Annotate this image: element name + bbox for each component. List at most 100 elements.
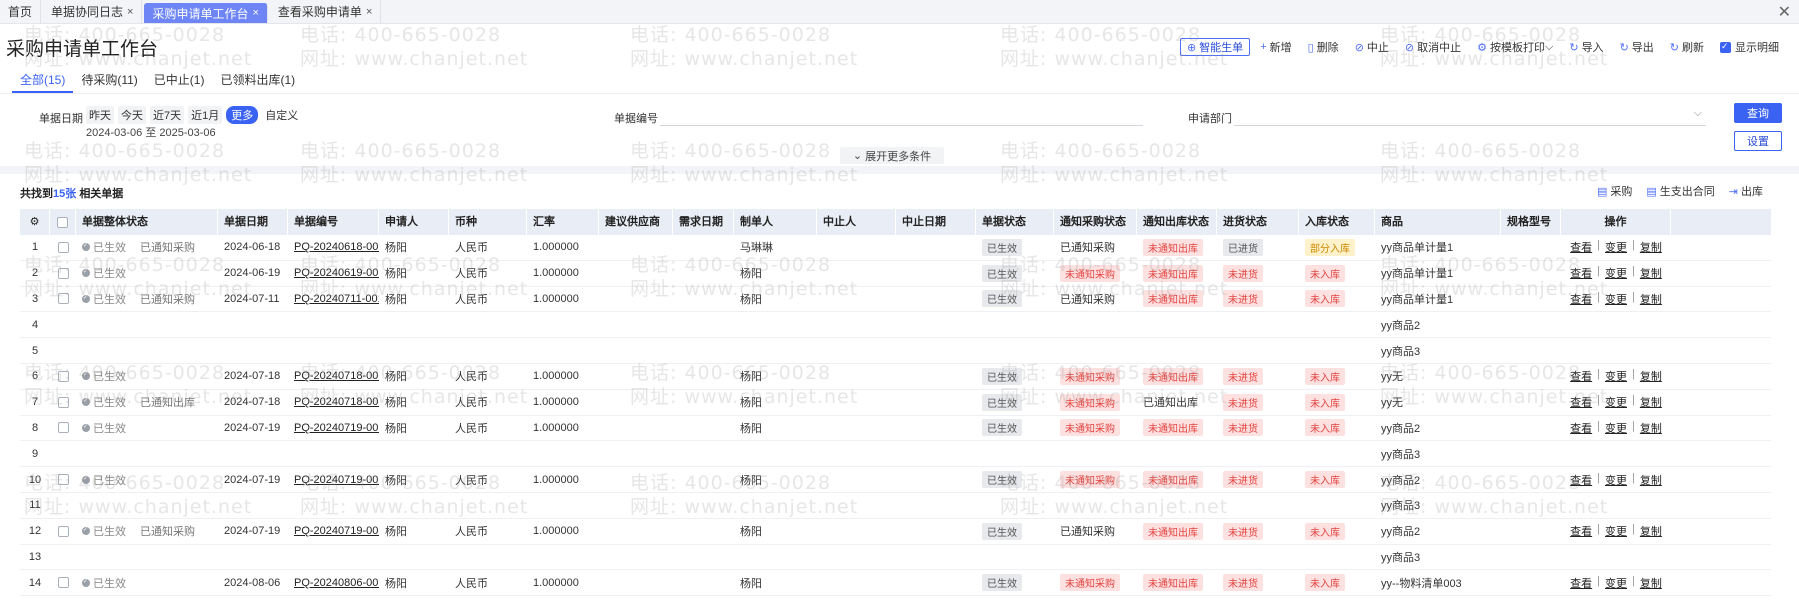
column-header-15[interactable]: 通知出库状态 xyxy=(1137,209,1217,235)
column-header-12[interactable]: 中止日期 xyxy=(896,209,976,235)
tab-2[interactable]: 采购申请单工作台 × xyxy=(144,3,268,23)
table-row[interactable]: 12 已生效 已通知采购 2024-07-19 PQ-20240719-003 杨阳 人民币… xyxy=(20,519,1771,545)
column-header-13[interactable]: 单据状态 xyxy=(976,209,1054,235)
row-action-2[interactable]: 复制 xyxy=(1640,523,1662,539)
column-header-20[interactable]: 操作 xyxy=(1561,209,1671,235)
doc-code-link[interactable]: PQ-20240618-001 xyxy=(294,241,379,253)
select-all-checkbox[interactable] xyxy=(57,216,68,228)
row-action-1[interactable]: 变更 xyxy=(1605,575,1627,591)
list-action-0[interactable]: ▤ 采购 xyxy=(1597,183,1632,199)
column-header-3[interactable]: 单据日期 xyxy=(218,209,288,235)
row-action-1[interactable]: 变更 xyxy=(1605,368,1627,384)
list-action-2[interactable]: ⇥ 出库 xyxy=(1729,183,1763,199)
column-header-11[interactable]: 中止人 xyxy=(817,209,896,235)
row-checkbox[interactable] xyxy=(57,577,69,589)
checkbox-icon[interactable] xyxy=(1720,41,1731,53)
column-header-5[interactable]: 申请人 xyxy=(379,209,449,235)
toolbar-button-6[interactable]: ↻ 导入 xyxy=(1563,38,1609,56)
doc-code-link[interactable]: PQ-20240711-001 xyxy=(294,293,379,305)
doc-code-link[interactable]: PQ-20240719-002 xyxy=(294,474,379,486)
table-row[interactable]: 10 已生效 2024-07-19 PQ-20240719-002 杨阳 人民币 1.000… xyxy=(20,467,1771,493)
table-row[interactable]: 7 已生效 已通知出库 2024-07-18 PQ-20240718-002 杨阳 人民币 1… xyxy=(20,390,1771,416)
date-chip-5[interactable]: 自定义 xyxy=(262,106,301,124)
column-header-16[interactable]: 进货状态 xyxy=(1217,209,1299,235)
code-input[interactable] xyxy=(660,106,1143,126)
gear-icon[interactable]: ⚙ xyxy=(30,216,40,228)
column-header-4[interactable]: 单据编号 xyxy=(288,209,379,235)
row-action-1[interactable]: 变更 xyxy=(1605,523,1627,539)
row-action-1[interactable]: 变更 xyxy=(1605,239,1627,255)
close-icon[interactable]: × xyxy=(366,6,372,18)
row-action-2[interactable]: 复制 xyxy=(1640,575,1662,591)
row-action-0[interactable]: 查看 xyxy=(1570,575,1592,591)
doc-code-link[interactable]: PQ-20240719-003 xyxy=(294,525,379,537)
row-checkbox[interactable] xyxy=(57,396,69,408)
toolbar-button-3[interactable]: ⊘ 中止 xyxy=(1349,38,1395,56)
toolbar-button-2[interactable]: ▯ 删除 xyxy=(1302,38,1345,56)
row-action-2[interactable]: 复制 xyxy=(1640,291,1662,307)
row-checkbox[interactable] xyxy=(57,525,69,537)
row-action-2[interactable]: 复制 xyxy=(1640,394,1662,410)
row-checkbox[interactable] xyxy=(57,267,69,279)
row-action-0[interactable]: 查看 xyxy=(1570,472,1592,488)
status-tab-0[interactable]: 全部(15) xyxy=(12,67,74,93)
row-action-0[interactable]: 查看 xyxy=(1570,239,1592,255)
row-checkbox[interactable] xyxy=(57,422,69,434)
tab-3[interactable]: 查看采购申请单 × xyxy=(269,0,382,23)
table-row[interactable]: 2 已生效 2024-06-19 PQ-20240619-001 杨阳 人民币 1.0000… xyxy=(20,261,1771,287)
column-header-14[interactable]: 通知采购状态 xyxy=(1054,209,1137,235)
table-row[interactable]: 8 已生效 2024-07-19 PQ-20240719-001 杨阳 人民币 1.0000… xyxy=(20,416,1771,442)
row-action-2[interactable]: 复制 xyxy=(1640,265,1662,281)
expand-more-button[interactable]: ⌄ 展开更多条件 xyxy=(840,147,944,164)
column-header-8[interactable]: 建议供应商 xyxy=(599,209,673,235)
close-icon[interactable]: × xyxy=(127,6,133,18)
list-action-1[interactable]: ▤ 生支出合同 xyxy=(1646,183,1714,199)
row-action-1[interactable]: 变更 xyxy=(1605,472,1627,488)
row-action-0[interactable]: 查看 xyxy=(1570,368,1592,384)
row-action-1[interactable]: 变更 xyxy=(1605,265,1627,281)
toolbar-button-5[interactable]: ⚙ 按模板打印 ⌵ xyxy=(1471,38,1559,56)
doc-code-link[interactable]: PQ-20240806-001 xyxy=(294,577,379,589)
row-action-2[interactable]: 复制 xyxy=(1640,239,1662,255)
setting-button[interactable]: 设置 xyxy=(1734,131,1782,151)
date-chip-0[interactable]: 昨天 xyxy=(86,106,114,124)
row-checkbox[interactable] xyxy=(57,474,69,486)
doc-code-link[interactable]: PQ-20240719-001 xyxy=(294,422,379,434)
column-header-9[interactable]: 需求日期 xyxy=(673,209,734,235)
column-header-7[interactable]: 汇率 xyxy=(527,209,599,235)
table-row[interactable]: 9 yy商品3 xyxy=(20,441,1771,468)
column-header-19[interactable]: 规格型号 xyxy=(1501,209,1561,235)
date-chip-2[interactable]: 近7天 xyxy=(150,106,185,124)
table-row[interactable]: 6 已生效 2024-07-18 PQ-20240718-001 杨阳 人民币 1.0000… xyxy=(20,364,1771,390)
table-row[interactable]: 4 yy商品2 xyxy=(20,312,1771,339)
row-action-1[interactable]: 变更 xyxy=(1605,394,1627,410)
close-icon[interactable]: × xyxy=(252,7,258,19)
toolbar-button-9[interactable]: 显示明细 xyxy=(1714,38,1785,56)
doc-code-link[interactable]: PQ-20240718-001 xyxy=(294,370,379,382)
column-header-18[interactable]: 商品 xyxy=(1375,209,1501,235)
doc-code-link[interactable]: PQ-20240619-001 xyxy=(294,267,379,279)
row-action-1[interactable]: 变更 xyxy=(1605,420,1627,436)
column-header-17[interactable]: 入库状态 xyxy=(1299,209,1375,235)
table-row[interactable]: 11 yy商品3 xyxy=(20,493,1771,519)
dept-select[interactable]: ⌵ xyxy=(1234,106,1706,126)
tab-0[interactable]: 首页 xyxy=(0,0,42,23)
toolbar-button-0[interactable]: ⊕ 智能生单 xyxy=(1179,38,1251,56)
status-tab-3[interactable]: 已领料出库(1) xyxy=(212,67,303,93)
row-action-2[interactable]: 复制 xyxy=(1640,472,1662,488)
column-header-10[interactable]: 制单人 xyxy=(734,209,817,235)
query-button[interactable]: 查询 xyxy=(1734,103,1782,123)
column-header-6[interactable]: 币种 xyxy=(449,209,527,235)
row-checkbox[interactable] xyxy=(57,370,69,382)
close-window-icon[interactable]: ✕ xyxy=(1778,2,1791,22)
row-checkbox[interactable] xyxy=(57,293,69,305)
date-chip-4[interactable]: 更多 xyxy=(226,106,259,124)
table-row[interactable]: 13 yy商品3 xyxy=(20,545,1771,571)
column-header-2[interactable]: 单据整体状态 xyxy=(76,209,218,235)
tab-1[interactable]: 单据协同日志 × xyxy=(43,0,143,23)
row-action-2[interactable]: 复制 xyxy=(1640,420,1662,436)
toolbar-button-7[interactable]: ↻ 导出 xyxy=(1614,38,1660,56)
row-action-0[interactable]: 查看 xyxy=(1570,420,1592,436)
row-action-0[interactable]: 查看 xyxy=(1570,265,1592,281)
status-tab-1[interactable]: 待采购(11) xyxy=(73,67,145,93)
